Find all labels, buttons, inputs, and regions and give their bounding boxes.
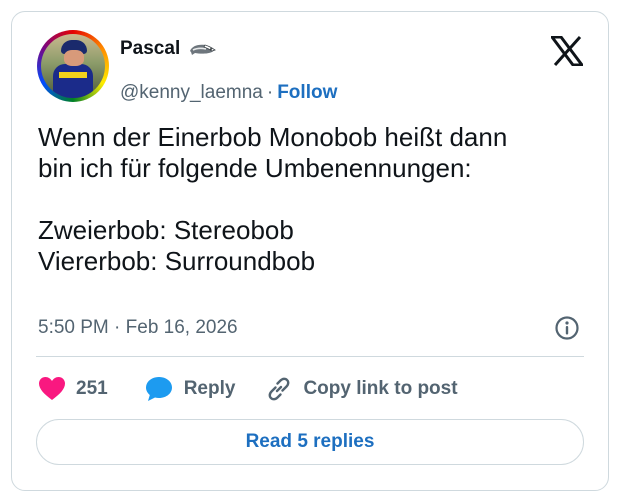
follow-button[interactable]: Follow [277,82,337,103]
like-count: 251 [76,378,108,399]
x-logo-icon[interactable] [551,36,583,66]
author-name-row: Pascal [120,38,217,60]
info-icon[interactable] [554,315,580,341]
reply-button[interactable]: Reply [144,375,236,403]
author-handle[interactable]: @kenny_laemna [120,82,263,103]
divider [36,356,584,357]
avatar-photo [41,34,105,98]
reply-label: Reply [183,378,236,399]
tweet-text-line [38,184,588,215]
author-display-name[interactable]: Pascal [120,38,180,60]
read-replies-label: Read 5 replies [245,431,375,452]
tweet-text-line: Viererbob: Surroundbob [38,246,316,276]
copy-link-label: Copy link to post [303,378,458,399]
tweet-embed-card: Pascal @kenny_laemna · Follow Wenn der Ein… [11,11,609,491]
action-bar: 251 Reply Copy link to post [38,374,458,404]
tweet-text: Wenn der Einerbob Monobob heißt dann bin… [38,122,588,277]
tweet-text-line: bin ich für folgende Umbenennungen: [38,153,472,183]
copy-link-button[interactable]: Copy link to post [265,375,458,403]
read-replies-button[interactable]: Read 5 replies [36,419,584,465]
handle-separator: · [266,82,274,103]
like-button[interactable]: 251 [38,376,108,402]
badger-icon [190,44,217,55]
tweet-text-line: Zweierbob: Stereobob [38,215,294,245]
tweet-text-line: Wenn der Einerbob Monobob heißt dann [38,122,508,152]
author-handle-row: @kenny_laemna · Follow [120,82,337,104]
speech-bubble-icon [145,377,172,401]
heart-icon [39,377,65,400]
avatar[interactable] [37,30,109,102]
link-icon [269,377,290,401]
tweet-timestamp[interactable]: 5:50 PM · Feb 16, 2026 [38,317,238,339]
